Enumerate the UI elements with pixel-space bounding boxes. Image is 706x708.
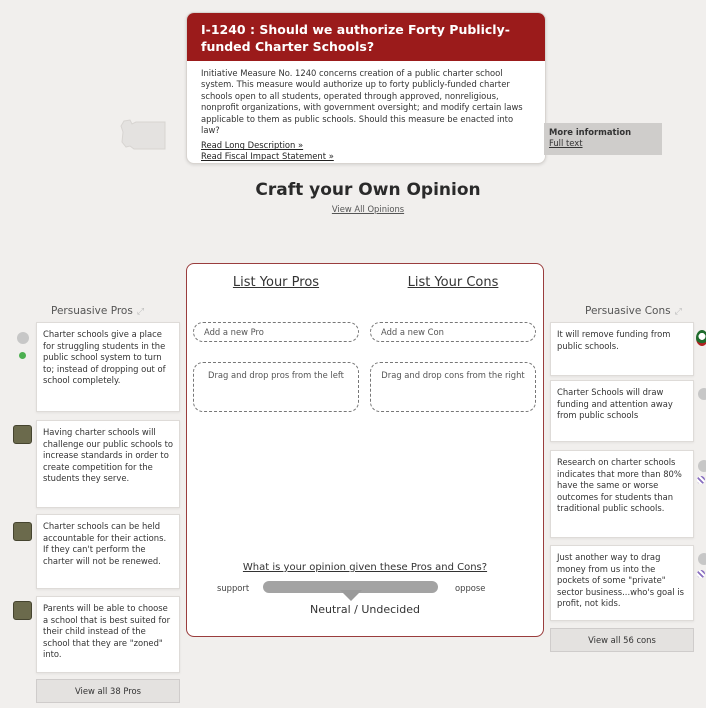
full-text-link[interactable]: Full text xyxy=(549,138,583,148)
badge-icon xyxy=(697,476,705,484)
avatar-icon xyxy=(13,425,32,444)
cons-drop-zone[interactable]: Drag and drop cons from the right xyxy=(370,362,536,412)
add-pro-input[interactable]: Add a new Pro xyxy=(193,322,359,342)
avatar-icon xyxy=(13,522,32,541)
pro-card[interactable]: Parents will be able to choose a school … xyxy=(36,596,180,673)
avatar-icon xyxy=(13,601,32,620)
avatar-icon xyxy=(698,553,706,565)
opinion-status: Neutral / Undecided xyxy=(310,603,420,616)
more-information-panel: More information Full text xyxy=(544,123,662,155)
flag-avatar-icon xyxy=(696,330,706,346)
expand-icon[interactable]: ⤢ xyxy=(675,307,682,317)
pro-card[interactable]: Charter schools give a place for struggl… xyxy=(36,322,180,412)
badge-icon xyxy=(697,570,705,578)
support-label: support xyxy=(217,583,250,593)
washington-state-icon xyxy=(120,119,166,150)
view-all-pros-button[interactable]: View all 38 Pros xyxy=(36,679,180,703)
list-your-cons-heading[interactable]: List Your Cons xyxy=(378,275,528,290)
avatar-icon xyxy=(17,332,29,344)
con-card[interactable]: Just another way to drag money from us i… xyxy=(550,545,694,621)
expand-icon[interactable]: ⤢ xyxy=(137,307,144,317)
pro-card[interactable]: Having charter schools will challenge ou… xyxy=(36,420,180,508)
oppose-label: oppose xyxy=(455,583,486,593)
add-con-input[interactable]: Add a new Con xyxy=(370,322,536,342)
con-card[interactable]: It will remove funding from public schoo… xyxy=(550,322,694,376)
avatar-icon xyxy=(698,460,706,472)
read-long-description-link[interactable]: Read Long Description » xyxy=(201,140,531,151)
avatar-icon xyxy=(698,388,706,400)
page-title: Craft your Own Opinion xyxy=(255,180,481,200)
measure-title: I-1240 : Should we authorize Forty Publi… xyxy=(187,13,545,61)
persuasive-cons-title: Persuasive Cons ⤢ xyxy=(585,305,682,317)
con-card[interactable]: Research on charter schools indicates th… xyxy=(550,450,694,538)
read-fiscal-impact-link[interactable]: Read Fiscal Impact Statement » xyxy=(201,151,531,162)
view-all-opinions-link[interactable]: View All Opinions xyxy=(150,204,586,214)
opinion-slider-handle[interactable] xyxy=(339,590,362,601)
pro-card[interactable]: Charter schools can be held accountable … xyxy=(36,514,180,589)
measure-description: Initiative Measure No. 1240 concerns cre… xyxy=(201,68,523,136)
persuasive-pros-title: Persuasive Pros ⤢ xyxy=(51,305,144,317)
view-all-cons-button[interactable]: View all 56 cons xyxy=(550,628,694,652)
more-information-title: More information xyxy=(549,127,632,137)
con-card[interactable]: Charter Schools will draw funding and at… xyxy=(550,380,694,442)
list-your-pros-heading[interactable]: List Your Pros xyxy=(201,275,351,290)
persuasive-cons-label: Persuasive Cons xyxy=(585,305,671,317)
opinion-question: What is your opinion given these Pros an… xyxy=(242,562,488,573)
verified-check-icon xyxy=(19,352,26,359)
measure-title-separator: : xyxy=(245,22,260,37)
measure-card: I-1240 : Should we authorize Forty Publi… xyxy=(186,12,546,164)
measure-id: I-1240 xyxy=(201,22,246,37)
persuasive-pros-label: Persuasive Pros xyxy=(51,305,133,317)
pros-drop-zone[interactable]: Drag and drop pros from the left xyxy=(193,362,359,412)
